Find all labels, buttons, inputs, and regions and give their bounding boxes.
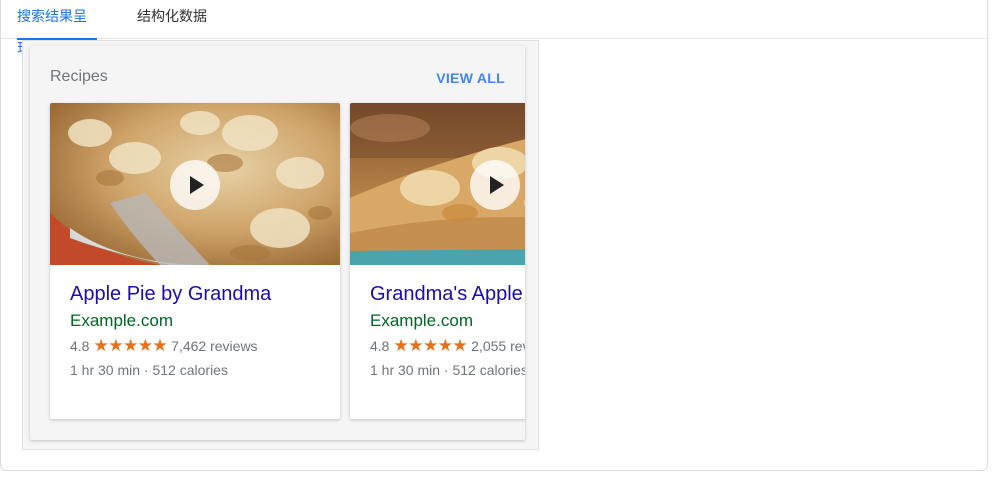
review-count: 7,462 reviews: [171, 338, 258, 354]
recipe-carousel: Recipes VIEW ALL Apple Pie by Grandma Ex…: [30, 46, 525, 440]
recipe-card[interactable]: Grandma's Apple Pie Example.com 4.8★★★★★…: [350, 103, 525, 419]
recipe-site: Example.com: [70, 311, 173, 330]
recipe-rating-row: 4.8 ★★★★★ 7,462 reviews: [70, 336, 258, 356]
carousel-heading: Recipes: [50, 68, 108, 85]
tab-structured-data-label: 结构化数据: [137, 8, 207, 24]
rating-value: 4.8: [370, 338, 390, 354]
review-count: 2,055 reviews: [471, 338, 525, 354]
recipe-site: Example.com: [370, 311, 473, 330]
play-icon[interactable]: [170, 160, 220, 210]
recipe-title[interactable]: Apple Pie by Grandma: [70, 283, 271, 306]
recipe-meta: 1 hr 30 min · 512 calories: [70, 362, 228, 378]
recipe-meta: 1 hr 30 min · 512 calories: [370, 362, 525, 378]
recipe-thumbnail[interactable]: [350, 103, 525, 265]
play-icon[interactable]: [470, 160, 520, 210]
recipe-title[interactable]: Grandma's Apple Pie: [370, 283, 525, 306]
recipe-card[interactable]: Apple Pie by Grandma Example.com 4.8 ★★★★…: [50, 103, 340, 419]
recipe-rating-row: 4.8★★★★★2,055 reviews: [370, 336, 525, 356]
rating-value: 4.8: [70, 338, 90, 354]
recipe-thumbnail[interactable]: [50, 103, 340, 265]
star-rating-icon: ★★★★★: [393, 336, 468, 355]
tab-search-results[interactable]: 搜索结果呈现: [17, 0, 97, 56]
view-all-link[interactable]: VIEW ALL: [436, 70, 505, 86]
star-rating-icon: ★★★★★: [93, 336, 168, 355]
preview-panel: 搜索结果呈现 结构化数据 Recipes VIEW ALL: [0, 0, 989, 471]
tab-structured-data[interactable]: 结构化数据: [137, 0, 217, 39]
tab-bar: 搜索结果呈现 结构化数据: [1, 0, 989, 56]
